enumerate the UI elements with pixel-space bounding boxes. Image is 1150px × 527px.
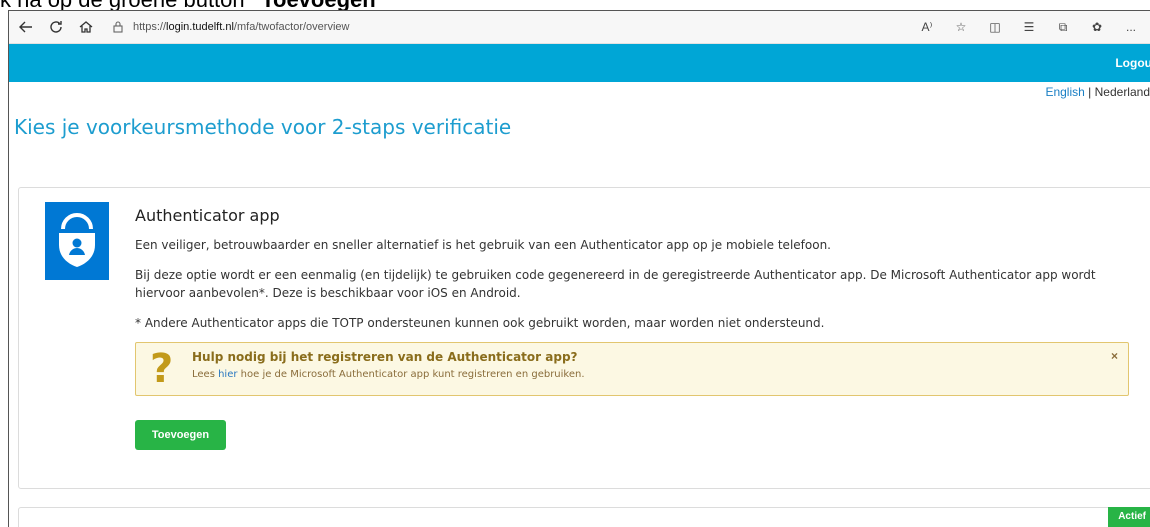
back-icon[interactable] — [13, 14, 39, 40]
read-aloud-icon[interactable]: A⁾ — [914, 14, 940, 40]
browser-toolbar: https://login.tudelft.nl/mfa/twofactor/o… — [9, 11, 1150, 44]
url-host: login.tudelft.nl — [166, 21, 234, 33]
url-prefix: https:// — [133, 21, 167, 33]
refresh-icon[interactable] — [43, 14, 69, 40]
url-path: /mfa/twofactor/overview — [233, 21, 350, 33]
help-text-before: Lees — [192, 369, 219, 380]
language-switcher: English | Nederlands — [1045, 85, 1150, 99]
extensions-icon[interactable]: ✿ — [1084, 14, 1110, 40]
language-english-link[interactable]: English — [1045, 85, 1084, 99]
page-title: Kies je voorkeursmethode voor 2-staps ve… — [14, 115, 512, 139]
authenticator-app-icon — [45, 202, 109, 280]
card-title: Authenticator app — [135, 206, 280, 225]
more-icon[interactable]: ... — [1118, 14, 1144, 40]
help-text: Lees hier hoe je de Microsoft Authentica… — [192, 369, 585, 380]
app-header: Logout — [9, 44, 1150, 82]
help-alert: ? Hulp nodig bij het registreren van de … — [135, 342, 1129, 396]
second-card — [18, 507, 1150, 527]
card-paragraph-2: Bij deze optie wordt er een eenmalig (en… — [135, 268, 1096, 300]
help-text-after: hoe je de Microsoft Authenticator app ku… — [237, 369, 585, 380]
help-link[interactable]: hier — [218, 369, 237, 380]
card-paragraph-3: * Andere Authenticator apps die TOTP ond… — [135, 316, 825, 330]
add-button[interactable]: Toevoegen — [135, 420, 226, 450]
browser-window: https://login.tudelft.nl/mfa/twofactor/o… — [8, 10, 1150, 527]
card-paragraph-1: Een veiliger, betrouwbaarder en sneller … — [135, 238, 831, 252]
help-title: Hulp nodig bij het registreren van de Au… — [192, 350, 578, 364]
language-separator: | — [1088, 85, 1092, 99]
language-dutch-link[interactable]: Nederlands — [1095, 85, 1150, 99]
authenticator-card: Authenticator app Een veiliger, betrouwb… — [18, 187, 1150, 489]
question-icon: ? — [150, 346, 174, 392]
split-screen-icon[interactable]: ◫ — [982, 14, 1008, 40]
logout-link[interactable]: Logout — [1115, 56, 1150, 70]
close-icon[interactable]: × — [1111, 349, 1118, 363]
lock-icon — [113, 21, 123, 33]
status-badge: Actief — [1108, 507, 1150, 527]
favorite-icon[interactable]: ☆ — [948, 14, 974, 40]
address-bar[interactable]: https://login.tudelft.nl/mfa/twofactor/o… — [111, 14, 901, 40]
favorites-list-icon[interactable]: ☰ — [1016, 14, 1042, 40]
collections-icon[interactable]: ⧉ — [1050, 14, 1076, 40]
home-icon[interactable] — [73, 14, 99, 40]
